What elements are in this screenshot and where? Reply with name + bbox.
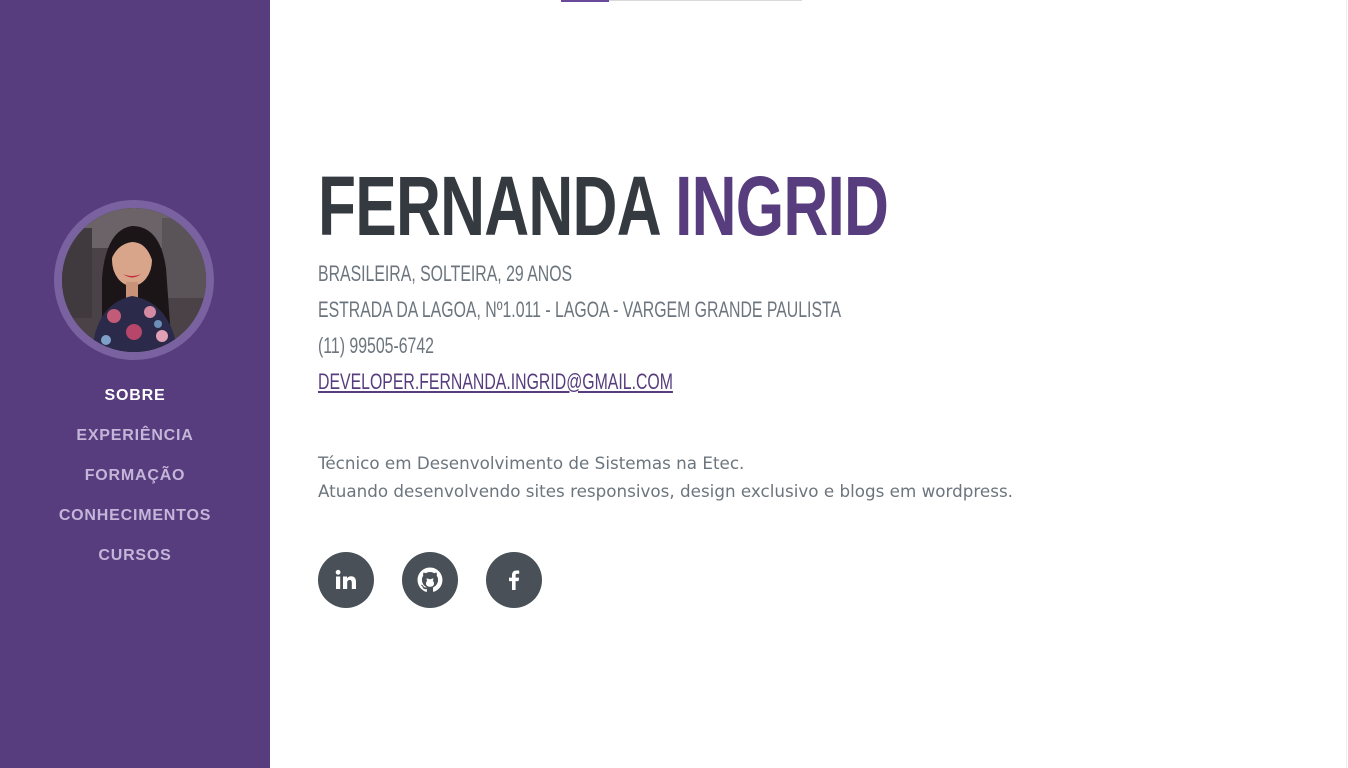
profile-photo <box>62 208 206 352</box>
nav-item-cursos[interactable]: CURSOS <box>0 543 270 583</box>
page-right-border <box>1346 0 1347 768</box>
about-line-1: Técnico em Desenvolvimento de Sistemas n… <box>318 454 745 474</box>
address: ESTRADA DA LAGOA, Nº1.011 - LAGOA - VARG… <box>318 297 842 322</box>
linkedin-button[interactable] <box>318 552 374 608</box>
github-button[interactable] <box>402 552 458 608</box>
phone: (11) 99505-6742 <box>318 333 434 358</box>
personal-details: BRASILEIRA, SOLTEIRA, 29 ANOS <box>318 261 573 286</box>
sidebar: SOBRE EXPERIÊNCIA FORMAÇÃO CONHECIMENTOS… <box>0 0 270 768</box>
page-title: FERNANDA INGRID <box>318 158 1058 254</box>
about-section: FERNANDA INGRID BRASILEIRA, SOLTEIRA, 29… <box>318 158 1318 506</box>
facebook-button[interactable] <box>486 552 542 608</box>
nav-item-experiencia[interactable]: EXPERIÊNCIA <box>0 423 270 463</box>
facebook-icon <box>509 570 520 590</box>
top-scroll-indicator <box>561 0 609 2</box>
about-line-2: Atuando desenvolvendo sites responsivos,… <box>318 482 1013 502</box>
email-link[interactable]: DEVELOPER.FERNANDA.INGRID@GMAIL.COM <box>318 364 1038 400</box>
linkedin-icon <box>335 569 356 589</box>
about-text: Técnico em Desenvolvimento de Sistemas n… <box>318 450 1318 506</box>
avatar-frame <box>54 200 214 360</box>
nav-item-formacao[interactable]: FORMAÇÃO <box>0 463 270 503</box>
sidebar-nav: SOBRE EXPERIÊNCIA FORMAÇÃO CONHECIMENTOS… <box>0 383 270 583</box>
social-links <box>318 552 542 608</box>
last-name: INGRID <box>675 159 889 253</box>
contact-info: BRASILEIRA, SOLTEIRA, 29 ANOS ESTRADA DA… <box>318 256 1318 400</box>
github-icon <box>417 567 443 592</box>
nav-item-sobre[interactable]: SOBRE <box>0 383 270 423</box>
nav-item-conhecimentos[interactable]: CONHECIMENTOS <box>0 503 270 543</box>
avatar <box>62 208 206 352</box>
first-name: FERNANDA <box>318 159 659 253</box>
